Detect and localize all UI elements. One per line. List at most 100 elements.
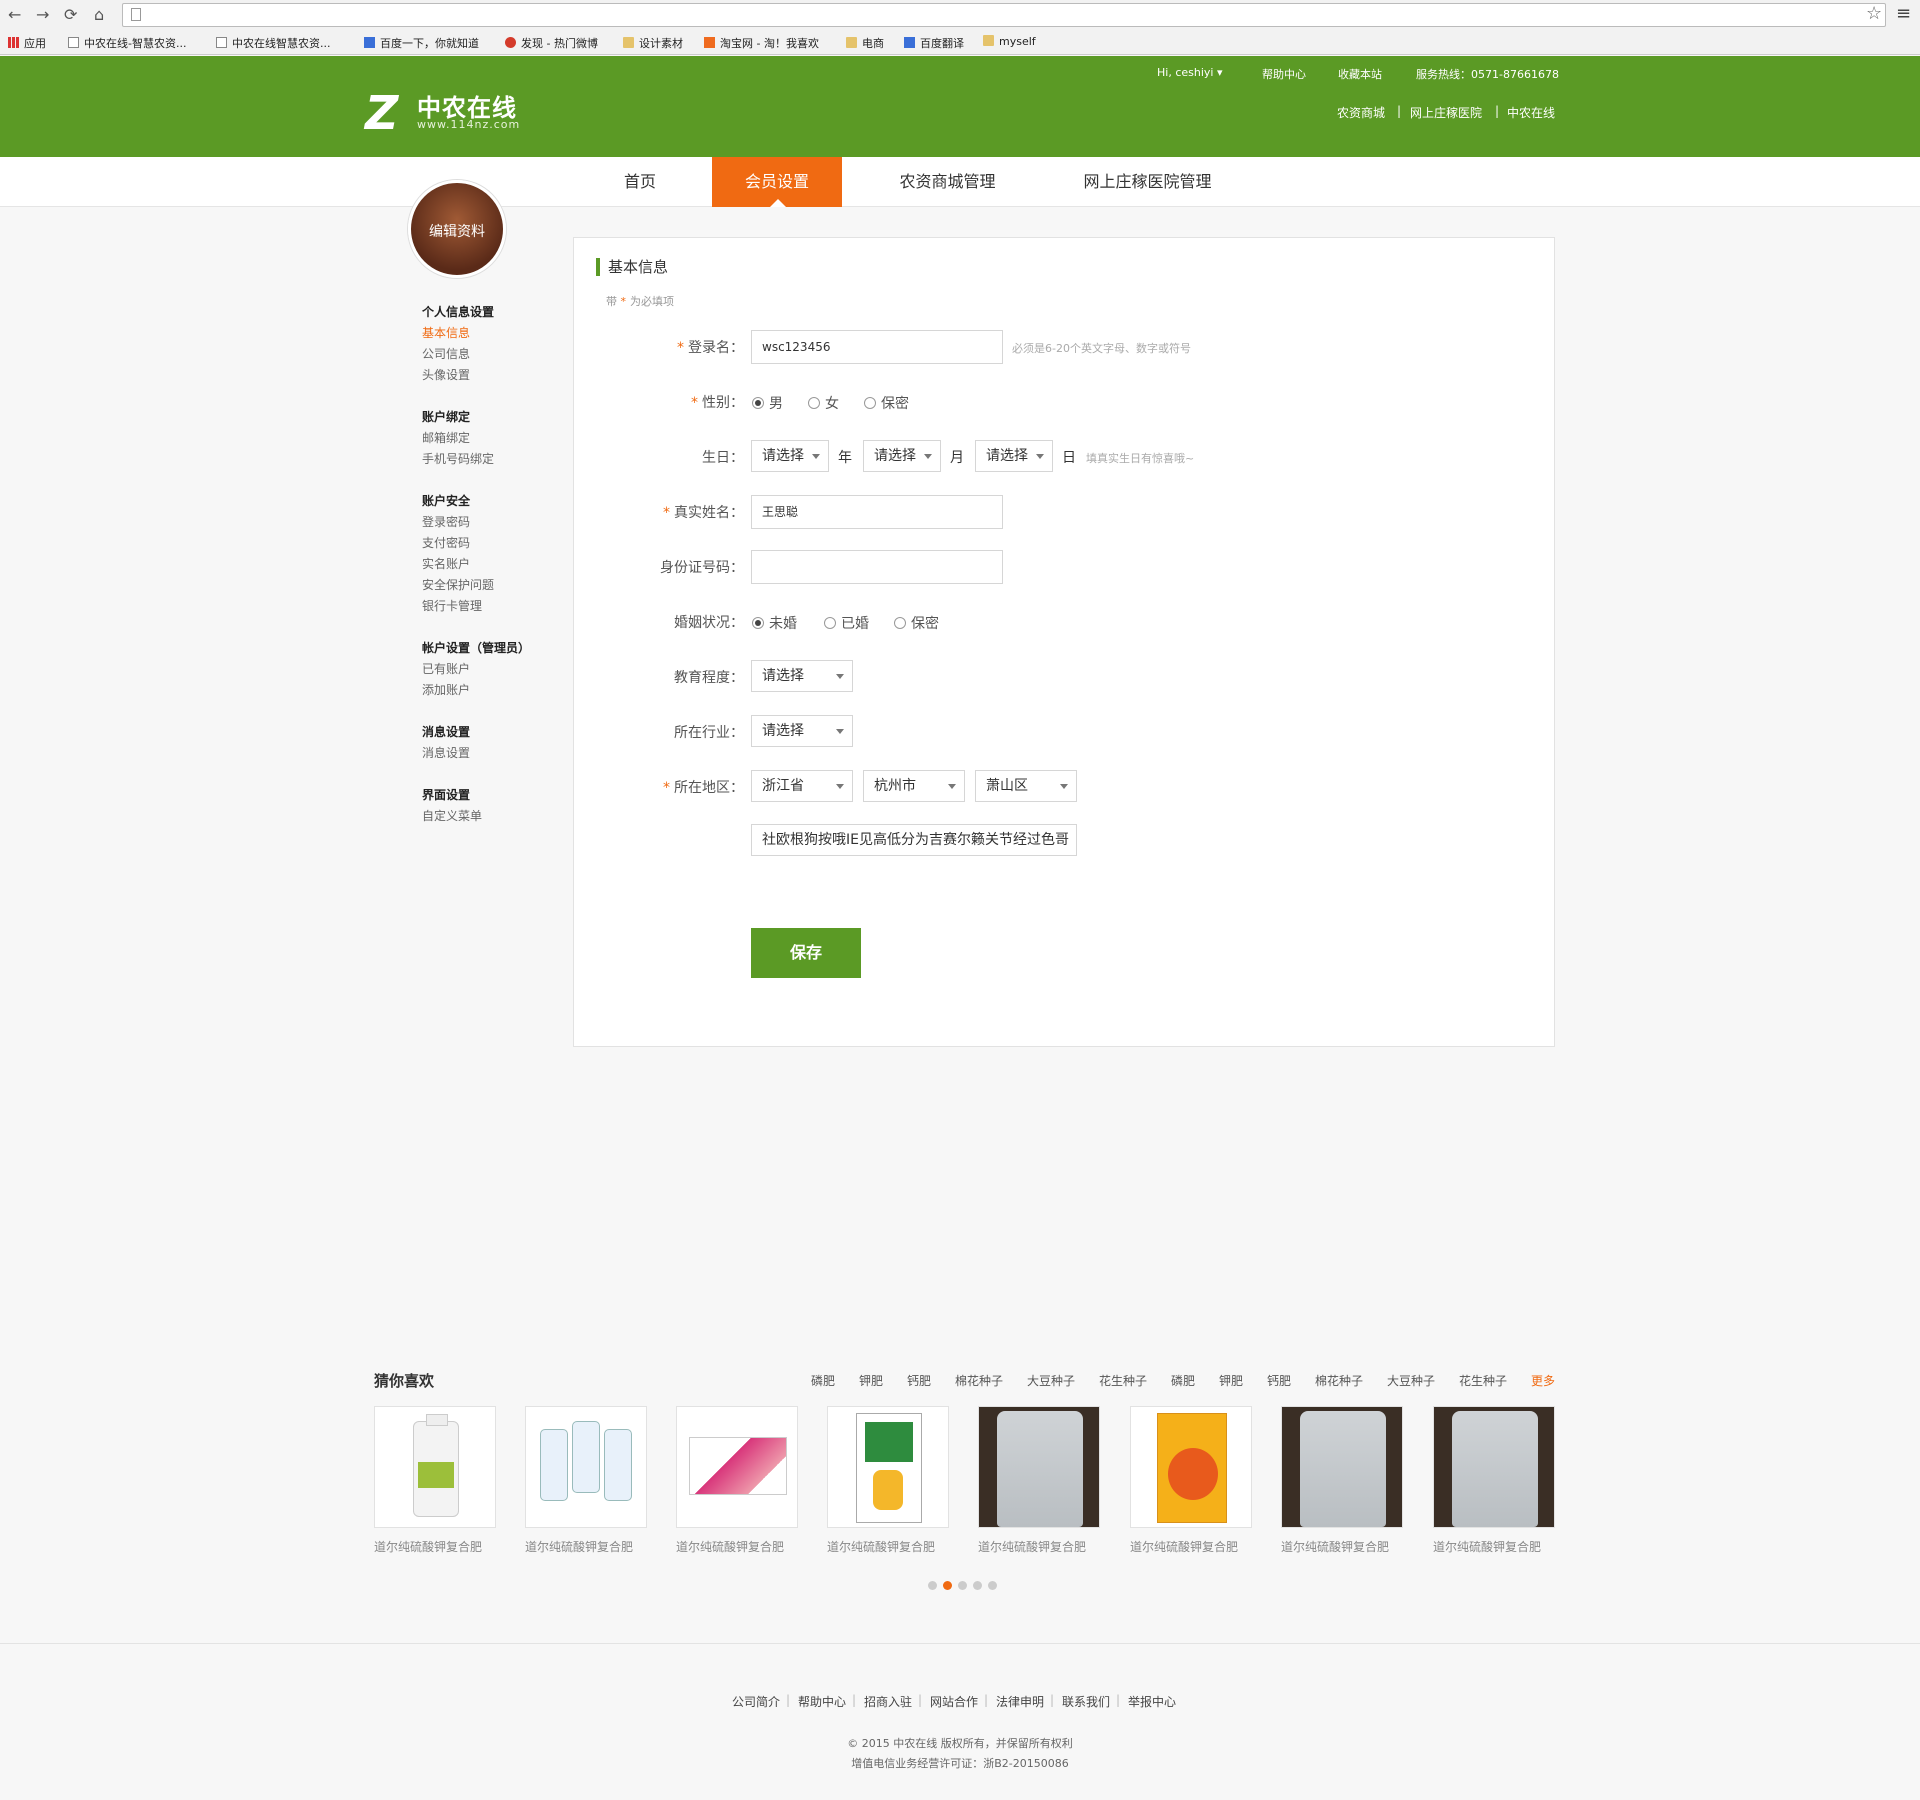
tag-link[interactable]: 棉花种子 — [1315, 1372, 1363, 1389]
birthday-year-select[interactable]: 请选择 — [751, 440, 829, 472]
link-zhongnong[interactable]: 中农在线 — [1507, 104, 1555, 121]
tag-link[interactable]: 花生种子 — [1459, 1372, 1507, 1389]
tag-link[interactable]: 钾肥 — [1219, 1372, 1243, 1389]
footer-link-help[interactable]: 帮助中心 — [798, 1693, 846, 1710]
realname-input[interactable]: 王思聪 — [751, 495, 1003, 529]
address-input[interactable]: 社欧根狗按哦IE见高低分为吉赛尔籁关节经过色哥 — [751, 824, 1077, 856]
product-card[interactable]: 道尔纯硫酸钾复合肥 — [1281, 1406, 1403, 1555]
marital-radio-secret[interactable]: 保密 — [894, 613, 939, 633]
tag-link[interactable]: 大豆种子 — [1387, 1372, 1435, 1389]
tag-link[interactable]: 磷肥 — [1171, 1372, 1195, 1389]
birthday-day-select[interactable]: 请选择 — [975, 440, 1053, 472]
nav-hospital-management[interactable]: 网上庄稼医院管理 — [1070, 157, 1225, 207]
gender-radio-male[interactable]: 男 — [752, 393, 783, 413]
sidebar-item-realname[interactable]: 实名账户 — [422, 555, 470, 572]
footer-link-legal[interactable]: 法律申明 — [996, 1693, 1044, 1710]
product-card[interactable]: 道尔纯硫酸钾复合肥 — [676, 1406, 798, 1555]
bookmark-apps[interactable]: 应用 — [8, 35, 46, 51]
bookmark-item[interactable]: 发现 - 热门微博 — [505, 35, 598, 51]
logo-icon[interactable]: Z — [365, 90, 398, 136]
product-card[interactable]: 道尔纯硫酸钾复合肥 — [978, 1406, 1100, 1555]
back-icon[interactable]: ← — [8, 5, 21, 24]
username-input[interactable]: wsc123456 — [751, 330, 1003, 364]
footer-link-join[interactable]: 招商入驻 — [864, 1693, 912, 1710]
product-card[interactable]: 道尔纯硫酸钾复合肥 — [374, 1406, 496, 1555]
birthday-month-select[interactable]: 请选择 — [863, 440, 941, 472]
address-bar[interactable] — [122, 3, 1886, 27]
bookmark-star-icon[interactable]: ☆ — [1866, 3, 1882, 24]
sidebar-item-avatar[interactable]: 头像设置 — [422, 366, 470, 383]
sidebar-item-message-settings[interactable]: 消息设置 — [422, 744, 470, 761]
bookmark-item[interactable]: 设计素材 — [623, 35, 683, 51]
product-image[interactable] — [1130, 1406, 1252, 1528]
home-icon[interactable]: ⌂ — [94, 5, 104, 24]
carousel-dot[interactable] — [928, 1581, 937, 1590]
link-nongzi-mall[interactable]: 农资商城 — [1337, 104, 1385, 121]
sidebar-item-phone-binding[interactable]: 手机号码绑定 — [422, 450, 494, 467]
bookmark-item[interactable]: myself — [983, 35, 1036, 48]
bookmark-item[interactable]: 淘宝网 - 淘！我喜欢 — [704, 35, 819, 51]
sidebar-item-email-binding[interactable]: 邮箱绑定 — [422, 429, 470, 446]
nav-home[interactable]: 首页 — [600, 157, 680, 207]
carousel-dot-active[interactable] — [943, 1581, 952, 1590]
product-image[interactable] — [1281, 1406, 1403, 1528]
tag-link[interactable]: 磷肥 — [811, 1372, 835, 1389]
province-select[interactable]: 浙江省 — [751, 770, 853, 802]
marital-radio-married[interactable]: 已婚 — [824, 613, 869, 633]
carousel-dot[interactable] — [958, 1581, 967, 1590]
product-image[interactable] — [374, 1406, 496, 1528]
tag-link[interactable]: 花生种子 — [1099, 1372, 1147, 1389]
more-link[interactable]: 更多 — [1531, 1372, 1555, 1389]
product-card[interactable]: 道尔纯硫酸钾复合肥 — [1433, 1406, 1555, 1555]
product-name[interactable]: 道尔纯硫酸钾复合肥 — [525, 1538, 647, 1555]
footer-link-about[interactable]: 公司简介 — [732, 1693, 780, 1710]
nav-mall-management[interactable]: 农资商城管理 — [880, 157, 1015, 207]
bookmark-item[interactable]: 百度翻译 — [904, 35, 964, 51]
carousel-dot[interactable] — [973, 1581, 982, 1590]
education-select[interactable]: 请选择 — [751, 660, 853, 692]
forward-icon[interactable]: → — [36, 5, 49, 24]
product-image[interactable] — [1433, 1406, 1555, 1528]
product-card[interactable]: 道尔纯硫酸钾复合肥 — [525, 1406, 647, 1555]
tag-link[interactable]: 大豆种子 — [1027, 1372, 1075, 1389]
favorite-link[interactable]: 收藏本站 — [1338, 66, 1382, 82]
link-crop-hospital[interactable]: 网上庄稼医院 — [1410, 104, 1482, 121]
sidebar-item-login-password[interactable]: 登录密码 — [422, 513, 470, 530]
product-name[interactable]: 道尔纯硫酸钾复合肥 — [827, 1538, 949, 1555]
sidebar-item-custom-menu[interactable]: 自定义菜单 — [422, 807, 482, 824]
sidebar-item-company-info[interactable]: 公司信息 — [422, 345, 470, 362]
gender-radio-female[interactable]: 女 — [808, 393, 839, 413]
carousel-dot[interactable] — [988, 1581, 997, 1590]
tag-link[interactable]: 钙肥 — [907, 1372, 931, 1389]
product-image[interactable] — [525, 1406, 647, 1528]
footer-link-report[interactable]: 举报中心 — [1128, 1693, 1176, 1710]
marital-radio-single[interactable]: 未婚 — [752, 613, 797, 633]
city-select[interactable]: 杭州市 — [863, 770, 965, 802]
product-name[interactable]: 道尔纯硫酸钾复合肥 — [978, 1538, 1100, 1555]
product-name[interactable]: 道尔纯硫酸钾复合肥 — [676, 1538, 798, 1555]
product-name[interactable]: 道尔纯硫酸钾复合肥 — [1281, 1538, 1403, 1555]
sidebar-item-bank-card[interactable]: 银行卡管理 — [422, 597, 482, 614]
product-card[interactable]: 道尔纯硫酸钾复合肥 — [827, 1406, 949, 1555]
product-image[interactable] — [676, 1406, 798, 1528]
product-image[interactable] — [978, 1406, 1100, 1528]
industry-select[interactable]: 请选择 — [751, 715, 853, 747]
sidebar-item-security-question[interactable]: 安全保护问题 — [422, 576, 494, 593]
sidebar-item-add-account[interactable]: 添加账户 — [422, 681, 470, 698]
product-image[interactable] — [827, 1406, 949, 1528]
tag-link[interactable]: 钾肥 — [859, 1372, 883, 1389]
help-link[interactable]: 帮助中心 — [1262, 66, 1306, 82]
district-select[interactable]: 萧山区 — [975, 770, 1077, 802]
bookmark-item[interactable]: 中农在线-智慧农资... — [68, 35, 186, 51]
product-name[interactable]: 道尔纯硫酸钾复合肥 — [1130, 1538, 1252, 1555]
menu-icon[interactable]: ≡ — [1896, 3, 1911, 24]
avatar[interactable]: 编辑资料 — [408, 180, 506, 278]
sidebar-item-accounts[interactable]: 已有账户 — [422, 660, 470, 677]
bookmark-item[interactable]: 百度一下，你就知道 — [364, 35, 479, 51]
product-card[interactable]: 道尔纯硫酸钾复合肥 — [1130, 1406, 1252, 1555]
idcard-input[interactable] — [751, 550, 1003, 584]
tag-link[interactable]: 棉花种子 — [955, 1372, 1003, 1389]
footer-link-cooperation[interactable]: 网站合作 — [930, 1693, 978, 1710]
product-name[interactable]: 道尔纯硫酸钾复合肥 — [374, 1538, 496, 1555]
sidebar-item-basic-info[interactable]: 基本信息 — [422, 324, 470, 341]
